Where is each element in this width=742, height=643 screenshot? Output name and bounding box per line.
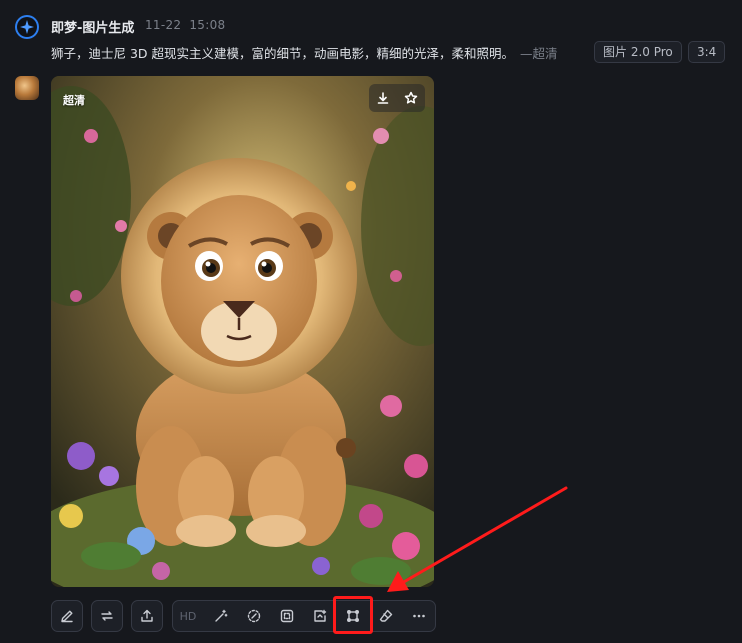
magic-wand-icon [215, 609, 228, 622]
edit-icon [61, 610, 73, 623]
more-icon [413, 614, 425, 618]
lion-illustration [51, 76, 434, 587]
ratio-tag[interactable]: 3:4 [688, 41, 726, 63]
prompt-body: 狮子，迪士尼 3D 超现实主义建模，富的细节，动画电影，精细的光泽，柔和照明。 [51, 46, 515, 61]
regenerate-button[interactable] [91, 600, 123, 632]
expand-frame-icon [280, 609, 294, 623]
generated-image[interactable]: 超清 [51, 76, 434, 587]
eraser-button[interactable] [371, 601, 401, 631]
crop-resize-button[interactable] [338, 601, 368, 631]
regenerate-icon [101, 611, 113, 621]
edit-button[interactable] [51, 600, 83, 632]
crop-resize-icon [347, 610, 359, 622]
model-tag[interactable]: 图片 2.0 Pro [594, 41, 682, 63]
download-icon[interactable] [372, 87, 394, 109]
eraser-icon [379, 609, 393, 622]
avatar [15, 76, 39, 100]
image-upscale-icon [314, 609, 327, 622]
expand-frame-button[interactable] [272, 601, 302, 631]
app-logo-icon [15, 15, 39, 39]
timestamp: 11-22 15:08 [145, 18, 225, 32]
chat-message: 即梦-图片生成 11-22 15:08 狮子，迪士尼 3D 超现实主义建模，富的细… [0, 0, 742, 643]
tool-group: HD [172, 600, 436, 632]
share-upload-icon [141, 609, 153, 622]
prompt-quality: —超清 [520, 46, 558, 61]
quality-badge: 超清 [63, 94, 85, 107]
hd-label: HD [179, 609, 197, 623]
message-time: 15:08 [189, 18, 226, 32]
share-button[interactable] [131, 600, 163, 632]
more-button[interactable] [404, 601, 434, 631]
magic-wand-button[interactable] [206, 601, 236, 631]
star-icon[interactable] [400, 87, 422, 109]
image-actions [369, 84, 425, 112]
message-date: 11-22 [145, 18, 182, 32]
prompt-text: 狮子，迪士尼 3D 超现实主义建模，富的细节，动画电影，精细的光泽，柔和照明。 —… [51, 43, 558, 62]
hd-button[interactable]: HD [173, 601, 203, 631]
partial-redraw-icon [247, 609, 261, 623]
app-name: 即梦-图片生成 [51, 21, 135, 36]
image-upscale-button[interactable] [305, 601, 335, 631]
partial-redraw-button[interactable] [239, 601, 269, 631]
